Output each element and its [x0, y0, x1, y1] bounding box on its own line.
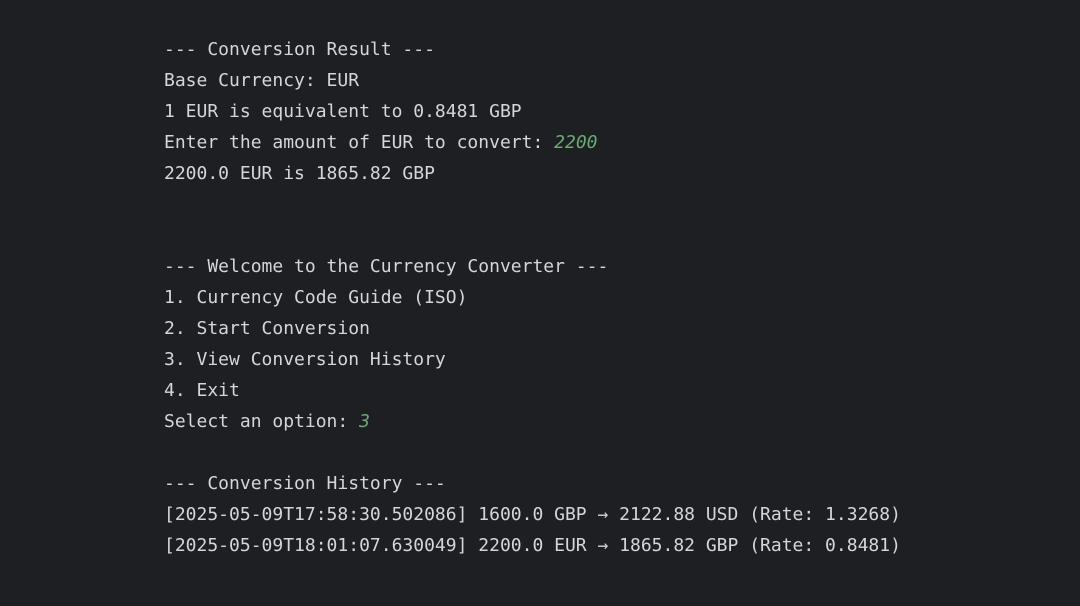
menu-option-history: 3. View Conversion History [164, 349, 446, 370]
select-input: 3 [359, 411, 370, 432]
menu-header: --- Welcome to the Currency Converter --… [164, 256, 609, 277]
result-line: 2200.0 EUR is 1865.82 GBP [164, 163, 435, 184]
amount-prompt: Enter the amount of EUR to convert: [164, 132, 555, 153]
select-prompt: Select an option: [164, 411, 360, 432]
history-entry: [2025-05-09T17:58:30.502086] 1600.0 GBP … [164, 504, 901, 525]
history-header: --- Conversion History --- [164, 473, 446, 494]
terminal-output: --- Conversion Result --- Base Currency:… [0, 0, 1080, 606]
menu-option-exit: 4. Exit [164, 380, 240, 401]
history-entry: [2025-05-09T18:01:07.630049] 2200.0 EUR … [164, 535, 901, 556]
menu-option-guide: 1. Currency Code Guide (ISO) [164, 287, 468, 308]
rate-line: 1 EUR is equivalent to 0.8481 GBP [164, 101, 522, 122]
menu-option-start: 2. Start Conversion [164, 318, 370, 339]
base-currency-line: Base Currency: EUR [164, 70, 360, 91]
amount-prompt-line: Enter the amount of EUR to convert: 2200 [164, 127, 1080, 158]
conversion-result-header: --- Conversion Result --- [164, 39, 435, 60]
select-prompt-line: Select an option: 3 [164, 406, 1080, 437]
amount-input: 2200 [554, 132, 598, 153]
